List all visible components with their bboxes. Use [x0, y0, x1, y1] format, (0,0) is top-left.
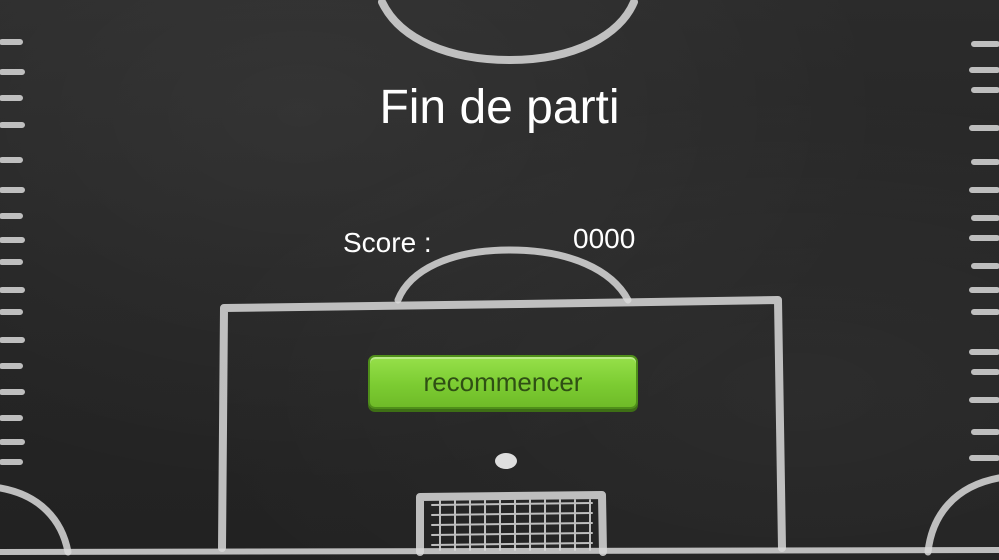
penalty-arc [394, 246, 632, 304]
restart-button[interactable]: recommencer [368, 355, 638, 409]
ball [495, 453, 517, 469]
bottom-left-corner-arc [0, 484, 72, 556]
game-over-title: Fin de parti [379, 81, 620, 134]
penalty-box [218, 296, 786, 552]
goal [416, 491, 607, 556]
center-circle-arc [378, 0, 638, 64]
score-label: Score : [343, 227, 432, 258]
score-value: 0000 [573, 223, 636, 254]
game-screen: Fin de parti Score : 0000 recommencer [0, 0, 999, 560]
bottom-right-corner-arc [924, 474, 999, 556]
